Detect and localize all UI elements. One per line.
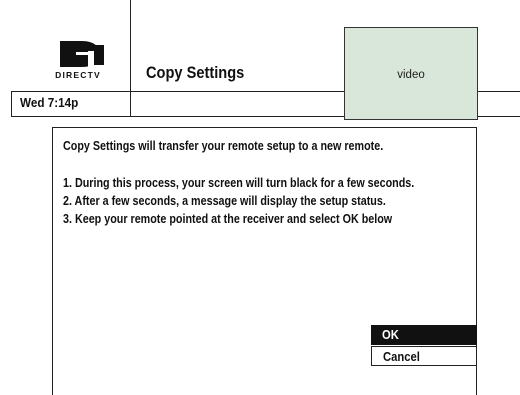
ok-button-label: OK: [382, 328, 399, 342]
video-preview: video: [344, 27, 478, 120]
directv-logo-icon: [60, 41, 104, 67]
header-bottom-divider: [11, 116, 344, 117]
logo-wordmark: DIRECTV: [55, 70, 101, 80]
directv-logo: DIRECTV: [48, 41, 108, 83]
copy-settings-dialog: Copy Settings will transfer your remote …: [52, 127, 477, 395]
ok-button[interactable]: OK: [371, 325, 477, 345]
video-preview-label: video: [397, 69, 425, 81]
cancel-button[interactable]: Cancel: [371, 346, 477, 366]
clock-display: Wed 7:14p: [20, 95, 79, 110]
page-title: Copy Settings: [146, 63, 245, 82]
clock-top-divider: [11, 91, 344, 92]
header-bottom-divider-right: [478, 116, 520, 117]
frame-left-divider: [130, 0, 131, 117]
dialog-step-3: 3. Keep your remote pointed at the recei…: [63, 212, 393, 226]
left-border: [11, 91, 12, 117]
clock-top-divider-right: [478, 91, 520, 92]
dialog-step-2: 2. After a few seconds, a message will d…: [63, 194, 386, 208]
cancel-button-label: Cancel: [383, 350, 420, 364]
dialog-step-1: 1. During this process, your screen will…: [63, 176, 415, 190]
dialog-intro-text: Copy Settings will transfer your remote …: [63, 139, 384, 153]
